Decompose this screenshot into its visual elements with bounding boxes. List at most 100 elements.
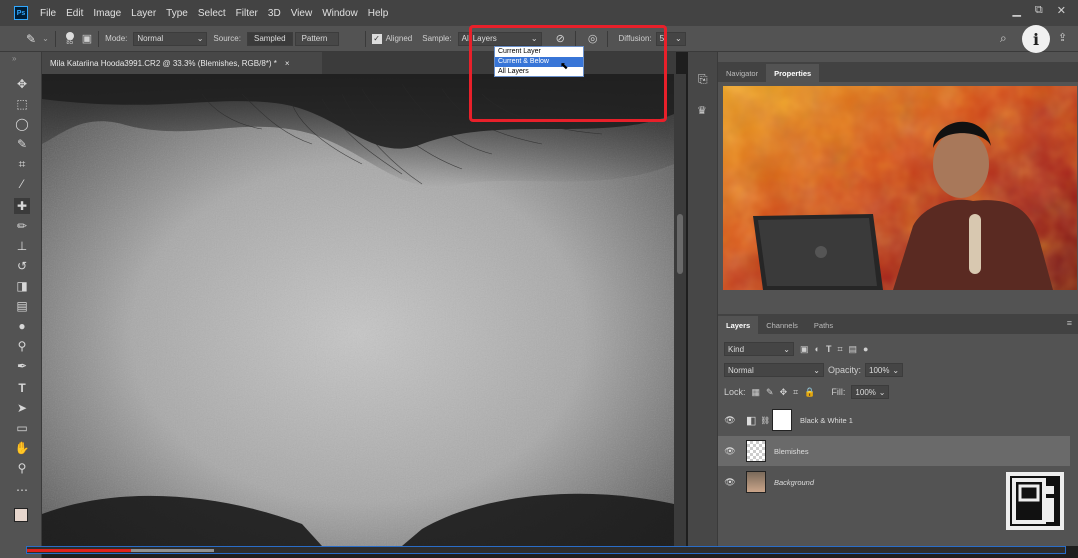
lock-position-icon[interactable]: ✥ bbox=[780, 387, 788, 398]
brush-settings-icon[interactable]: ♛ bbox=[697, 104, 707, 117]
filter-toggle-icon[interactable]: ● bbox=[863, 344, 868, 354]
canvas-image bbox=[42, 74, 674, 546]
blur-tool-icon[interactable]: ● bbox=[14, 318, 30, 334]
tab-properties[interactable]: Properties bbox=[766, 64, 820, 82]
presenter-video-overlay bbox=[723, 86, 1077, 290]
move-tool-icon[interactable]: ✥ bbox=[14, 76, 30, 92]
blend-mode-select[interactable]: Normal ⌄ bbox=[724, 363, 824, 377]
fill-field[interactable]: 100% ⌄ bbox=[851, 385, 890, 399]
document-title: Mila Katariina Hooda3991.CR2 @ 33.3% (Bl… bbox=[50, 58, 277, 68]
document-canvas[interactable] bbox=[42, 74, 674, 546]
pen-tool-icon[interactable]: ✒ bbox=[14, 358, 30, 374]
menu-window[interactable]: Window bbox=[322, 8, 358, 19]
dropdown-arrow-icon[interactable]: ⌄ bbox=[42, 34, 49, 43]
eyedropper-tool-icon[interactable]: ⁄ bbox=[14, 176, 30, 192]
visibility-eye-icon[interactable]: 👁 bbox=[718, 415, 742, 426]
chevron-down-icon: ⌄ bbox=[783, 344, 790, 354]
menu-type[interactable]: Type bbox=[166, 8, 188, 19]
gradient-tool-icon[interactable]: ▤ bbox=[14, 298, 30, 314]
source-pattern-button[interactable]: Pattern bbox=[294, 31, 339, 46]
visibility-eye-icon[interactable]: 👁 bbox=[718, 446, 742, 457]
restore-icon[interactable]: ⧉ bbox=[1035, 4, 1043, 17]
mode-select[interactable]: Normal ⌄ bbox=[133, 31, 208, 46]
shape-filter-icon[interactable]: ⌗ bbox=[837, 344, 842, 355]
brush-tool-icon[interactable]: ✏ bbox=[14, 218, 30, 234]
layer-filter-select[interactable]: Kind ⌄ bbox=[724, 342, 794, 356]
canvas-vertical-scrollbar[interactable] bbox=[674, 74, 686, 546]
rectangle-tool-icon[interactable]: ▭ bbox=[14, 420, 30, 436]
chain-link-icon[interactable]: ⛓ bbox=[760, 416, 770, 425]
clone-source-icon[interactable]: ▣ bbox=[82, 32, 92, 45]
layer-row[interactable]: 👁 Blemishes bbox=[718, 436, 1070, 466]
lock-artboard-icon[interactable]: ⌗ bbox=[793, 387, 798, 398]
menu-select[interactable]: Select bbox=[198, 8, 226, 19]
document-tab[interactable]: Mila Katariina Hooda3991.CR2 @ 33.3% (Bl… bbox=[42, 52, 322, 74]
zoom-tool-icon[interactable]: ⚲ bbox=[14, 460, 30, 476]
crop-tool-icon[interactable]: ⌗ bbox=[14, 156, 30, 172]
tab-navigator[interactable]: Navigator bbox=[718, 64, 766, 82]
progress-played bbox=[27, 549, 131, 552]
menu-help[interactable]: Help bbox=[368, 8, 389, 19]
layer-mask-thumbnail[interactable] bbox=[771, 409, 792, 431]
more-tools-icon[interactable]: ⋯ bbox=[14, 482, 30, 498]
collapse-toolbar-icon[interactable]: » bbox=[12, 54, 16, 63]
eraser-tool-icon[interactable]: ◨ bbox=[14, 278, 30, 294]
menu-3d[interactable]: 3D bbox=[268, 8, 281, 19]
menu-file[interactable]: File bbox=[40, 8, 56, 19]
chevron-down-icon: ⌄ bbox=[674, 34, 682, 43]
opacity-field[interactable]: 100% ⌄ bbox=[865, 363, 904, 377]
layer-thumbnail[interactable] bbox=[746, 471, 766, 493]
type-tool-icon[interactable]: T bbox=[14, 380, 30, 396]
lock-pixels-icon[interactable]: ✎ bbox=[766, 387, 774, 398]
quick-selection-tool-icon[interactable]: ✎ bbox=[14, 136, 30, 152]
lock-all-icon[interactable]: 🔒 bbox=[804, 387, 815, 398]
hand-tool-icon[interactable]: ✋ bbox=[14, 440, 30, 456]
tab-channels[interactable]: Channels bbox=[758, 316, 806, 334]
panel-icon-strip: ⎘ ♛ bbox=[688, 52, 718, 546]
menu-view[interactable]: View bbox=[291, 8, 313, 19]
marquee-tool-icon[interactable]: ⬚ bbox=[14, 96, 30, 112]
info-button[interactable]: i bbox=[1022, 25, 1050, 53]
adjustment-layer-icon: ◧ bbox=[746, 414, 757, 427]
source-sampled-button[interactable]: Sampled bbox=[246, 31, 293, 46]
layer-thumbnail[interactable] bbox=[746, 440, 766, 462]
dodge-tool-icon[interactable]: ⚲ bbox=[14, 338, 30, 354]
menu-layer[interactable]: Layer bbox=[131, 8, 156, 19]
brush-preset[interactable]: 85 bbox=[65, 31, 74, 46]
adjustment-filter-icon[interactable]: ◐ bbox=[815, 344, 820, 354]
minimize-icon[interactable]: ▁ bbox=[1012, 4, 1020, 17]
layer-name[interactable]: Black & White 1 bbox=[800, 416, 853, 425]
aligned-checkbox[interactable]: ✓ bbox=[371, 33, 382, 44]
scrollbar-thumb[interactable] bbox=[677, 214, 683, 274]
close-tab-icon[interactable]: × bbox=[285, 59, 290, 68]
layer-name[interactable]: Blemishes bbox=[774, 447, 809, 456]
history-panel-icon[interactable]: ⎘ bbox=[698, 72, 708, 87]
history-brush-icon[interactable]: ↺ bbox=[14, 258, 30, 274]
menu-image[interactable]: Image bbox=[93, 8, 121, 19]
lock-transparent-icon[interactable]: ▦ bbox=[752, 387, 761, 398]
layer-name[interactable]: Background bbox=[774, 478, 814, 487]
layer-row[interactable]: 👁 ◧ ⛓ Black & White 1 bbox=[718, 405, 1070, 435]
fill-label: Fill: bbox=[831, 387, 846, 397]
close-window-icon[interactable]: ✕ bbox=[1057, 4, 1066, 17]
video-progress-bar[interactable] bbox=[26, 546, 1066, 554]
spot-healing-brush-icon[interactable]: ✚ bbox=[14, 198, 30, 214]
pixel-filter-icon[interactable]: ▣ bbox=[800, 344, 809, 355]
menu-filter[interactable]: Filter bbox=[236, 8, 258, 19]
search-icon[interactable]: ⌕ bbox=[1000, 31, 1007, 46]
smart-object-filter-icon[interactable]: ▤ bbox=[849, 344, 858, 355]
lasso-tool-icon[interactable]: ◯ bbox=[14, 116, 30, 132]
spot-healing-tool-icon[interactable]: ✎ bbox=[26, 32, 36, 46]
share-icon[interactable]: ⇪ bbox=[1058, 31, 1067, 44]
source-label: Source: bbox=[213, 34, 241, 43]
visibility-eye-icon[interactable]: 👁 bbox=[718, 477, 742, 488]
clone-stamp-icon[interactable]: ⊥ bbox=[14, 238, 30, 254]
menu-edit[interactable]: Edit bbox=[66, 8, 83, 19]
tab-layers[interactable]: Layers bbox=[718, 316, 759, 334]
brush-size: 85 bbox=[66, 39, 74, 46]
foreground-color-swatch[interactable] bbox=[14, 508, 28, 522]
panel-menu-icon[interactable]: ≡ bbox=[1067, 318, 1072, 328]
type-filter-icon[interactable]: T bbox=[826, 344, 832, 354]
path-selection-icon[interactable]: ➤ bbox=[14, 400, 30, 416]
tab-paths[interactable]: Paths bbox=[806, 316, 841, 334]
